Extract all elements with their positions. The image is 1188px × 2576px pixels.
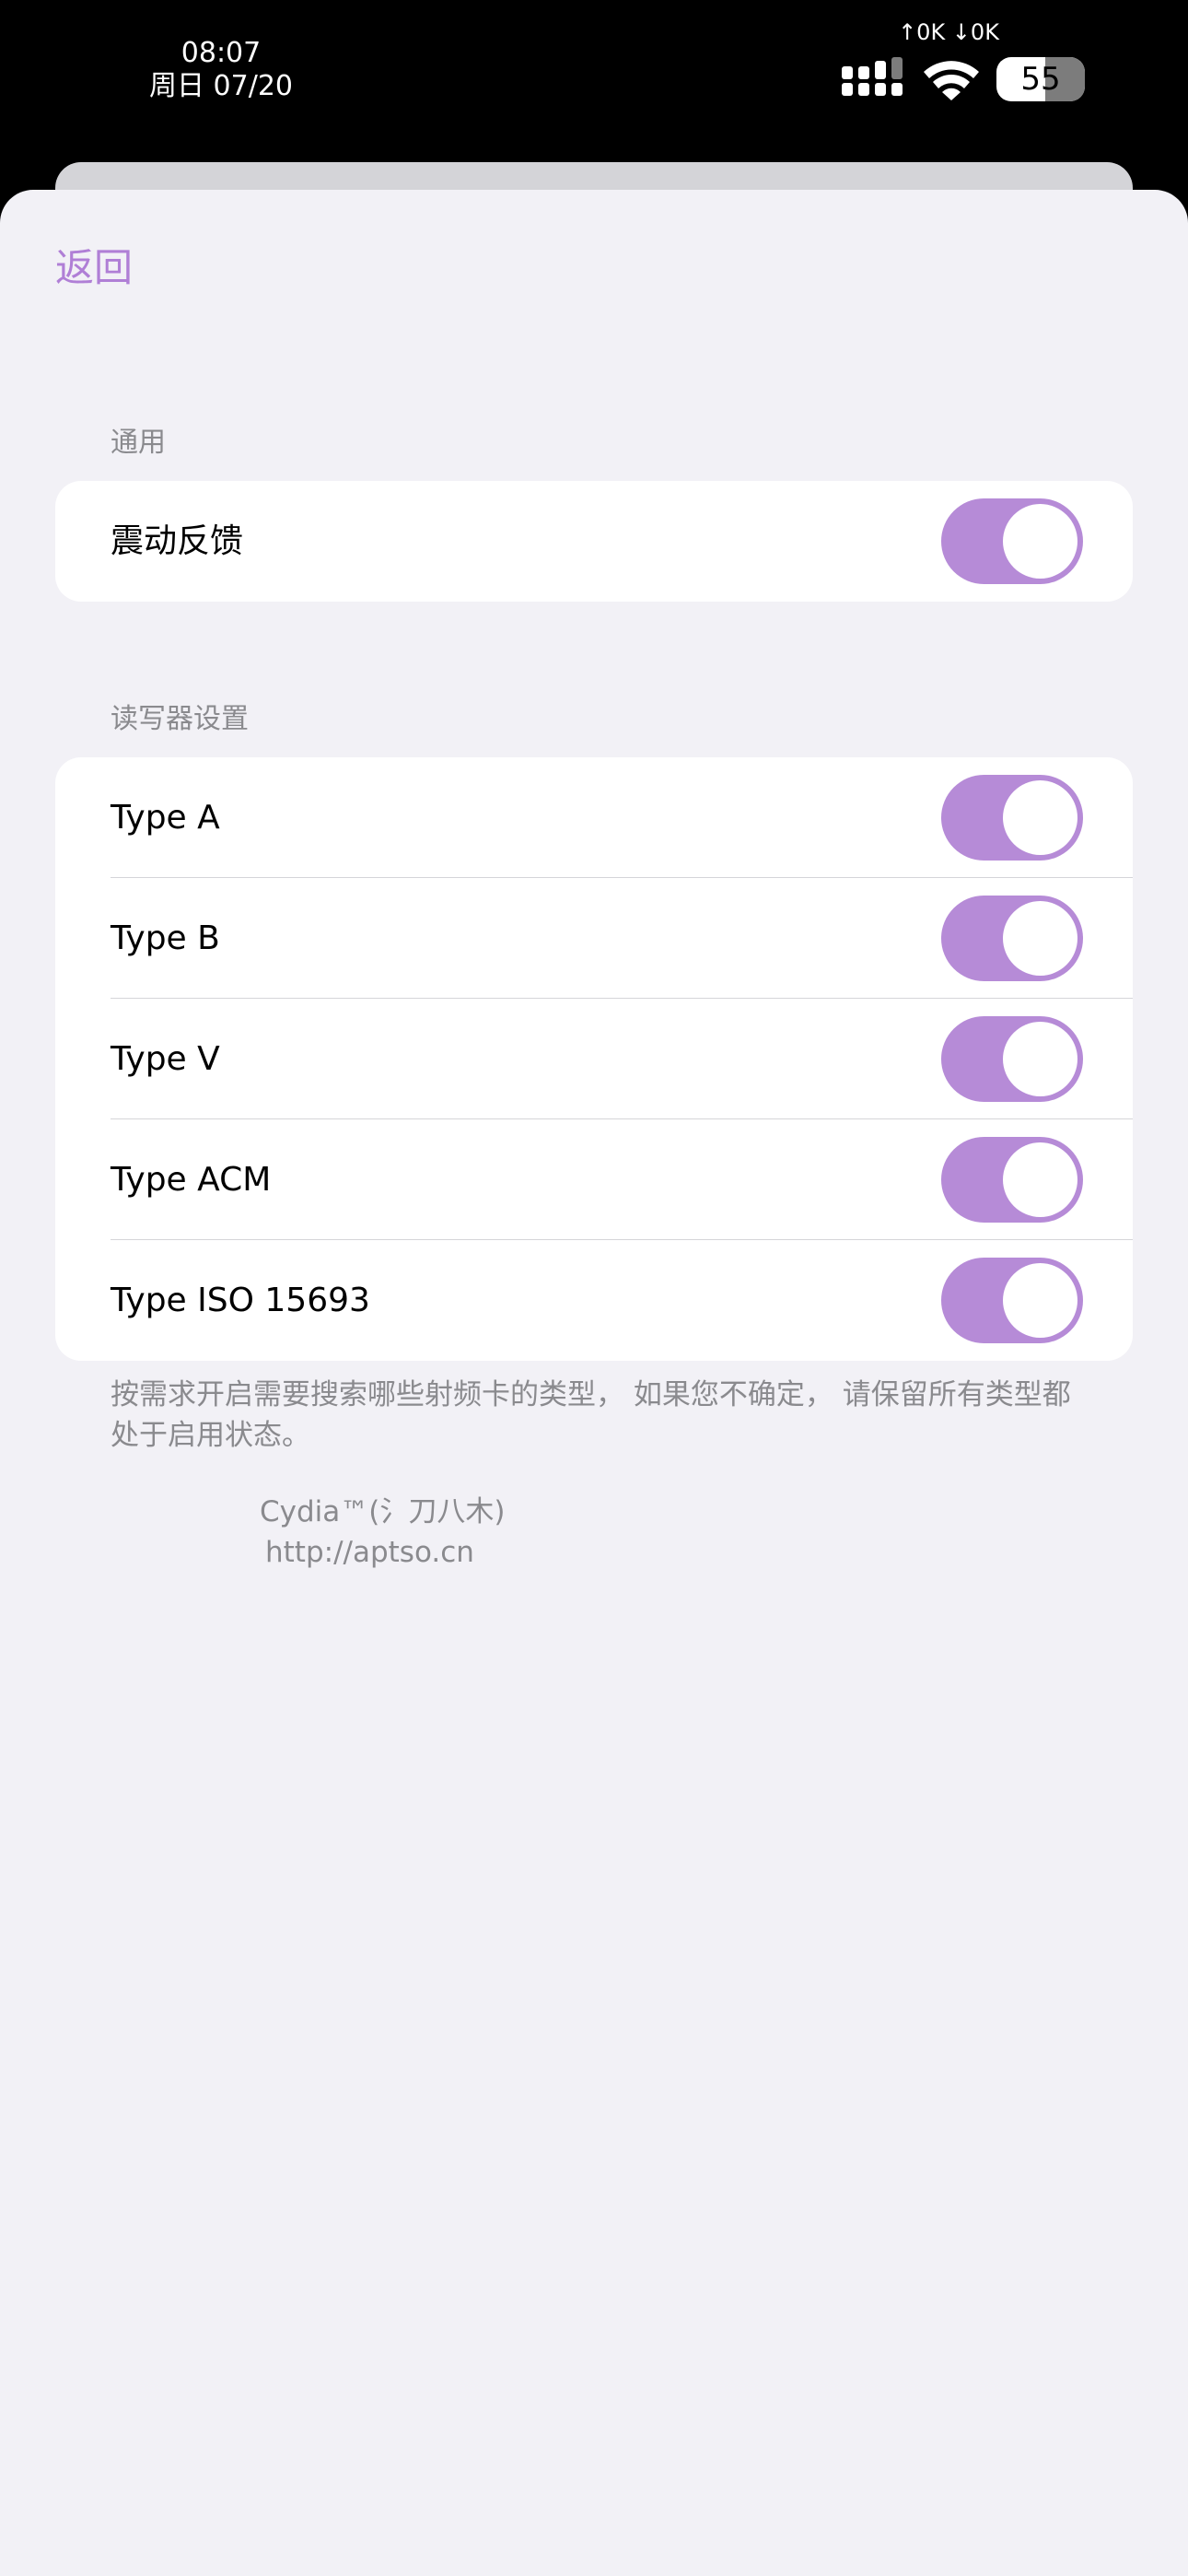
wifi-icon [924,61,979,100]
toggle-knob [1003,1022,1077,1096]
toggle-knob [1003,504,1077,579]
network-speed: ↑0K ↓0K [898,19,999,45]
type-b-label: Type B [111,919,220,957]
credit-author: Cydia™(氵刀八木) [260,1495,506,1528]
type-b-toggle[interactable] [941,896,1083,981]
battery-level: 55 [1020,61,1061,98]
type-a-toggle[interactable] [941,775,1083,861]
status-time: 08:07 [181,37,262,69]
battery-icon: 55 [996,57,1085,101]
type-acm-label: Type ACM [111,1161,272,1199]
reader-settings-footer: 按需求开启需要搜索哪些射频卡的类型， 如果您不确定， 请保留所有类型都处于启用状… [111,1378,1071,1452]
general-settings-group: 震动反馈 [55,481,1133,602]
toggle-knob [1003,1263,1077,1338]
toggle-knob [1003,1142,1077,1217]
section-header-general: 通用 [111,427,166,459]
type-a-row: Type A [55,757,1133,878]
reader-settings-group: Type A Type B Type V Type ACM Type ISO 1… [55,757,1133,1361]
haptic-feedback-row: 震动反馈 [55,481,1133,602]
type-iso-15693-toggle[interactable] [941,1258,1083,1343]
back-button[interactable]: 返回 [55,234,133,302]
status-bar: 08:07 周日 07/20 ↑0K ↓0K 55 [0,0,1188,184]
battery-terminal [1077,72,1085,87]
section-header-reader: 读写器设置 [111,703,249,735]
toggle-knob [1003,780,1077,855]
type-iso-15693-label: Type ISO 15693 [111,1282,370,1319]
type-v-row: Type V [55,999,1133,1119]
type-acm-row: Type ACM [55,1119,1133,1240]
type-iso-15693-row: Type ISO 15693 [55,1240,1133,1361]
type-v-label: Type V [111,1040,220,1078]
type-b-row: Type B [55,878,1133,999]
haptic-feedback-label: 震动反馈 [111,522,244,560]
type-a-label: Type A [111,799,220,837]
type-acm-toggle[interactable] [941,1137,1083,1223]
cellular-signal-icon [842,57,903,96]
credit-url[interactable]: http://aptso.cn [265,1533,474,1572]
toggle-knob [1003,901,1077,976]
type-v-toggle[interactable] [941,1016,1083,1102]
status-date: 周日 07/20 [149,70,293,102]
haptic-feedback-toggle[interactable] [941,498,1083,584]
